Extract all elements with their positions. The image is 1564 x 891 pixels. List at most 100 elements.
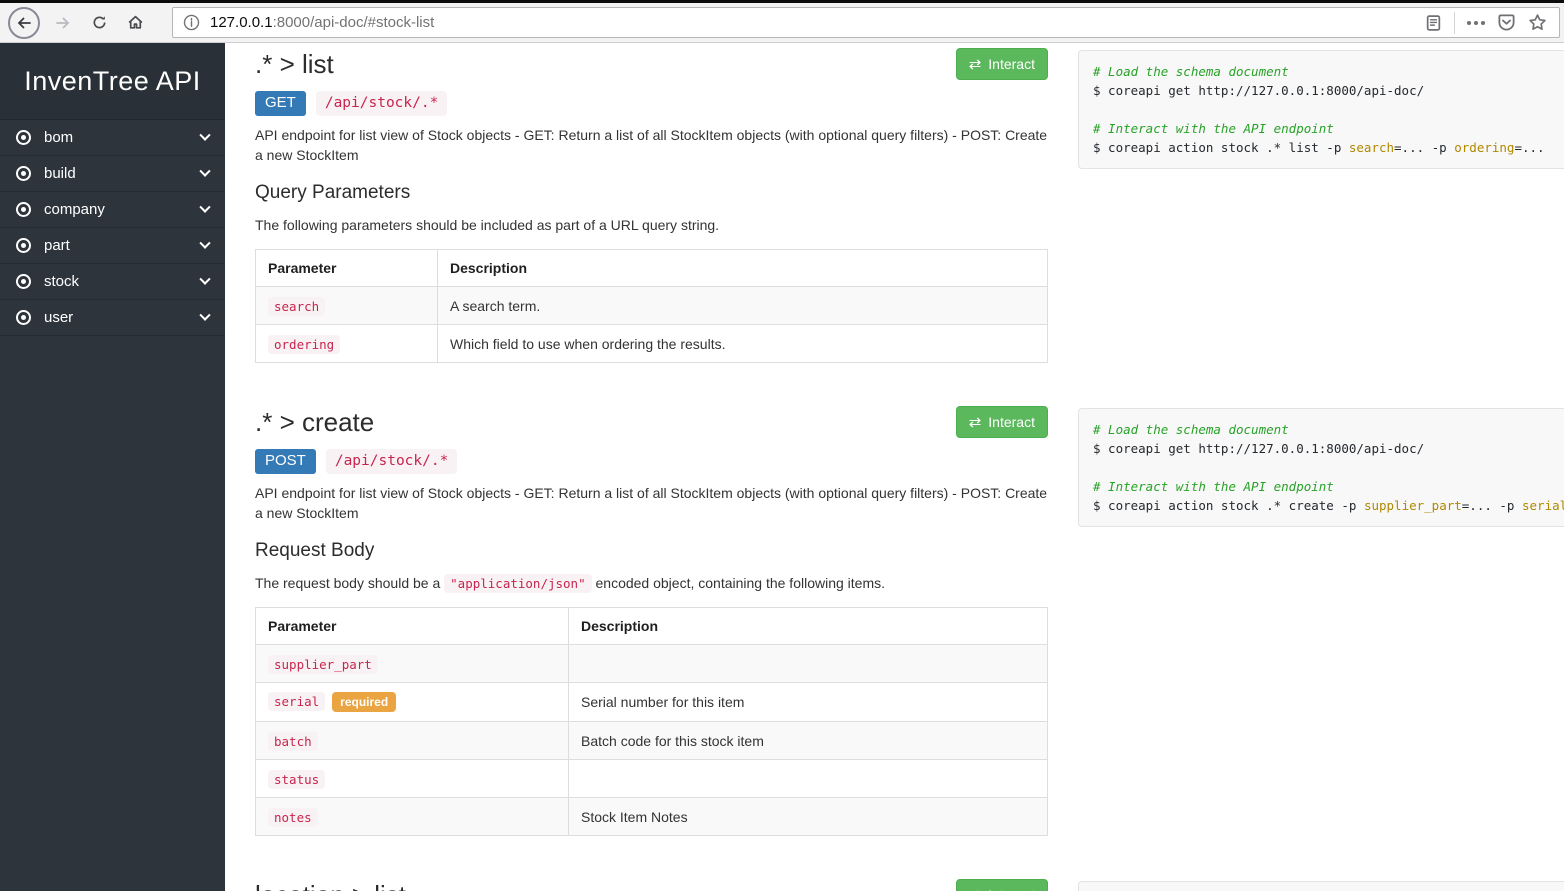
endpoint-path: /api/stock/.* [316, 91, 448, 116]
endpoint-section: .* > create ⇄ Interact POST /api/stock/.… [255, 403, 1564, 836]
reload-button[interactable] [86, 10, 112, 36]
endpoint-group-icon [16, 238, 31, 253]
params-note: The following parameters should be inclu… [255, 215, 1048, 236]
chevron-down-icon [199, 201, 210, 212]
code-text: =... -p [1462, 498, 1522, 513]
pocket-icon[interactable] [1497, 13, 1516, 32]
param-description [569, 645, 1048, 683]
code-comment-line: # Load the schema document [1093, 62, 1564, 81]
sidebar-item-part[interactable]: part [0, 228, 225, 264]
code-text: =... [1514, 140, 1544, 155]
exchange-arrows-icon: ⇄ [969, 415, 982, 430]
param-description: Stock Item Notes [569, 798, 1048, 836]
endpoint-section: .* > list ⇄ Interact GET /api/stock/.* A… [255, 45, 1564, 363]
sidebar: InvenTree API bom build company part sto… [0, 43, 225, 891]
chevron-down-icon [199, 273, 210, 284]
param-cell: batch [256, 722, 569, 760]
bookmark-star-icon[interactable] [1528, 13, 1547, 32]
table-row: supplier_part [256, 645, 1048, 683]
endpoint-group-icon [16, 310, 31, 325]
code-comment-line: # Interact with the API endpoint [1093, 119, 1564, 138]
endpoint-title: .* > create [255, 406, 374, 438]
sidebar-item-user[interactable]: user [0, 300, 225, 336]
url-text: 127.0.0.1:8000/api-doc/#stock-list [210, 14, 1425, 31]
endpoint-group-icon [16, 166, 31, 181]
params-heading: Request Body [255, 540, 1048, 562]
param-cell: notes [256, 798, 569, 836]
interact-button-label: Interact [988, 414, 1035, 430]
sidebar-item-build[interactable]: build [0, 156, 225, 192]
table-row: notesStock Item Notes [256, 798, 1048, 836]
params-table-header-parameter: Parameter [256, 250, 438, 287]
code-comment-line: # Interact with the API endpoint [1093, 477, 1564, 496]
code-text: $ coreapi get http://127.0.0.1:8000/api-… [1093, 83, 1424, 98]
sidebar-item-company[interactable]: company [0, 192, 225, 228]
back-button[interactable] [8, 7, 40, 39]
endpoint-group-icon [16, 274, 31, 289]
home-icon [127, 14, 144, 31]
forward-button[interactable] [50, 10, 76, 36]
params-note: The request body should be a "applicatio… [255, 573, 1048, 594]
param-name: ordering [268, 335, 340, 354]
sidebar-nav: bom build company part stock user [0, 120, 225, 336]
param-name: status [268, 770, 325, 789]
reload-icon [92, 15, 107, 30]
endpoint-group-icon [16, 130, 31, 145]
param-cell: status [256, 760, 569, 798]
site-info-icon[interactable] [183, 14, 200, 31]
table-row: serialrequiredSerial number for this ite… [256, 683, 1048, 722]
note-text: The request body should be a [255, 575, 444, 591]
coreapi-code-block: # Load the schema document$ coreapi get … [1078, 881, 1564, 891]
code-text: =... -p [1394, 140, 1454, 155]
content-type-code: "application/json" [444, 574, 591, 593]
interact-button-label: Interact [988, 56, 1035, 72]
endpoint-description: API endpoint for list view of Stock obje… [255, 483, 1048, 523]
endpoint-group-icon [16, 202, 31, 217]
home-button[interactable] [122, 10, 148, 36]
param-cell: serialrequired [256, 683, 569, 722]
endpoint-title: .* > list [255, 48, 334, 80]
toolbar-separator [1454, 12, 1455, 34]
params-table: Parameter Description supplier_partseria… [255, 607, 1048, 836]
interact-button[interactable]: ⇄ Interact [956, 48, 1048, 80]
code-line [1093, 100, 1564, 119]
sidebar-item-stock[interactable]: stock [0, 264, 225, 300]
code-line: $ coreapi action stock .* list -p search… [1093, 138, 1564, 157]
app-title: InvenTree API [0, 43, 225, 120]
table-row: ordering Which field to use when ordering… [256, 325, 1048, 363]
back-arrow-icon [16, 15, 32, 31]
forward-arrow-icon [55, 15, 71, 31]
url-host: 127.0.0.1 [210, 14, 273, 31]
code-line: $ coreapi get http://127.0.0.1:8000/api-… [1093, 81, 1564, 100]
url-bar[interactable]: 127.0.0.1:8000/api-doc/#stock-list [172, 7, 1560, 38]
sidebar-item-bom[interactable]: bom [0, 120, 225, 156]
table-row: batchBatch code for this stock item [256, 722, 1048, 760]
interact-button[interactable]: ⇄ Interact [956, 879, 1048, 891]
note-text: encoded object, containing the following… [592, 575, 885, 591]
param-name: search [268, 297, 325, 316]
param-description [569, 760, 1048, 798]
param-description: A search term. [438, 287, 1048, 325]
interact-button[interactable]: ⇄ Interact [956, 406, 1048, 438]
param-cell: ordering [256, 325, 438, 363]
reader-mode-icon[interactable] [1425, 14, 1442, 32]
param-description: Which field to use when ordering the res… [438, 325, 1048, 363]
coreapi-code-block: # Load the schema document$ coreapi get … [1078, 408, 1564, 527]
main-content: .* > list ⇄ Interact GET /api/stock/.* A… [225, 43, 1564, 891]
chevron-down-icon [199, 309, 210, 320]
exchange-arrows-icon: ⇄ [969, 57, 982, 72]
code-param-token: serial [1522, 498, 1564, 513]
params-table-header-description: Description [438, 250, 1048, 287]
param-cell: supplier_part [256, 645, 569, 683]
chevron-down-icon [199, 165, 210, 176]
code-line: $ coreapi get http://127.0.0.1:8000/api-… [1093, 439, 1564, 458]
exchange-arrows-icon: ⇄ [969, 888, 982, 891]
browser-toolbar: 127.0.0.1:8000/api-doc/#stock-list [0, 0, 1564, 43]
code-text: $ coreapi action stock .* list -p [1093, 140, 1349, 155]
endpoint-description: API endpoint for list view of Stock obje… [255, 125, 1048, 165]
note-text: The following parameters should be inclu… [255, 217, 719, 233]
http-method-badge: POST [255, 449, 316, 474]
param-description: Serial number for this item [569, 683, 1048, 722]
required-badge: required [332, 692, 396, 712]
page-actions-icon[interactable] [1467, 21, 1485, 25]
